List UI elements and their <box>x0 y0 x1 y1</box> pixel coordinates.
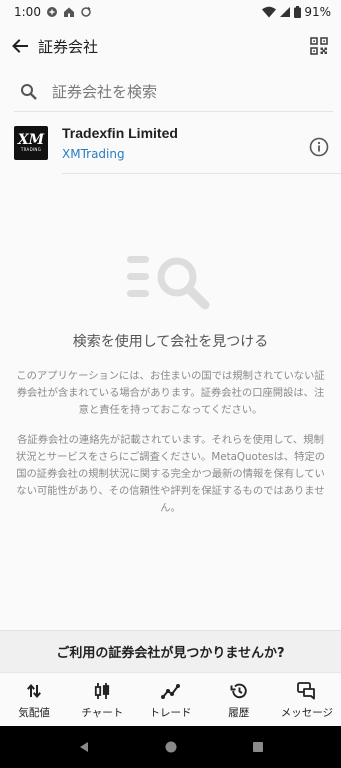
system-recents-button[interactable] <box>252 738 264 757</box>
wifi-icon <box>262 6 277 18</box>
battery-icon <box>294 6 302 18</box>
search-input[interactable] <box>52 82 312 101</box>
nav-item-trade[interactable]: トレード <box>136 673 204 726</box>
back-button[interactable] <box>6 32 34 60</box>
broker-info-button[interactable] <box>305 133 333 161</box>
nav-item-quotes[interactable]: 気配値 <box>0 673 68 726</box>
broker-logo-subtext: TRADING <box>20 147 42 152</box>
empty-state-contact-note: 各証券会社の連絡先が記載されています。それらを使用して、規制状況とサービスをさら… <box>15 434 326 514</box>
empty-state-disclaimer: このアプリケーションには、お住まいの国では規制されていない証券会社が含まれている… <box>16 370 325 416</box>
nav-item-chart[interactable]: チャート <box>68 673 136 726</box>
broker-logo: XM TRADING <box>14 126 48 160</box>
quotes-arrows-icon <box>26 680 42 702</box>
app-bar: 証券会社 <box>0 24 341 68</box>
status-bar: 1:00 91% <box>0 0 341 24</box>
home-circle-icon <box>165 741 176 752</box>
home-icon <box>63 6 75 18</box>
search-bar <box>14 72 333 112</box>
system-back-button[interactable] <box>78 738 90 757</box>
bottom-navigation: 気配値 チャート トレード 履歴 メッセージ <box>0 672 341 726</box>
candlestick-chart-icon <box>93 680 111 702</box>
back-arrow-icon <box>12 39 28 53</box>
nav-item-history[interactable]: 履歴 <box>205 673 273 726</box>
empty-state-title: 検索を使用して会社を見つける <box>72 334 269 350</box>
back-triangle-icon <box>79 741 88 752</box>
qr-code-icon <box>310 37 328 55</box>
nav-label-quotes: 気配値 <box>18 706 50 719</box>
signal-icon <box>279 6 291 18</box>
divider <box>62 173 341 174</box>
broker-logo-mark: XM <box>17 132 45 148</box>
broker-name: Tradexfin Limited <box>62 125 178 141</box>
recents-square-icon <box>252 741 263 752</box>
battery-level: 91% <box>304 5 331 19</box>
broker-not-found-label: ご利用の証券会社が見つかりませんか? <box>56 646 285 661</box>
broker-not-found-button[interactable]: ご利用の証券会社が見つかりませんか? <box>0 630 341 672</box>
system-home-button[interactable] <box>165 738 177 757</box>
nav-label-trade: トレード <box>149 706 192 719</box>
nav-label-history: 履歴 <box>228 706 250 719</box>
link-icon <box>46 6 58 18</box>
status-time: 1:00 <box>14 5 41 19</box>
nav-item-messages[interactable]: メッセージ <box>273 673 341 726</box>
info-icon <box>309 137 329 157</box>
search-icon <box>18 81 40 103</box>
trade-line-icon <box>160 680 181 702</box>
page-title: 証券会社 <box>38 37 99 56</box>
broker-list-item[interactable]: XM TRADING Tradexfin Limited XMTrading <box>0 116 341 174</box>
sync-icon <box>80 6 92 18</box>
system-navigation-bar <box>0 726 341 768</box>
nav-label-messages: メッセージ <box>280 706 334 719</box>
history-icon <box>230 680 248 702</box>
messages-icon <box>297 680 317 702</box>
search-list-illustration-icon <box>127 256 210 310</box>
broker-server-name: XMTrading <box>62 147 125 161</box>
nav-label-chart: チャート <box>81 706 124 719</box>
qr-scan-button[interactable] <box>305 32 333 60</box>
